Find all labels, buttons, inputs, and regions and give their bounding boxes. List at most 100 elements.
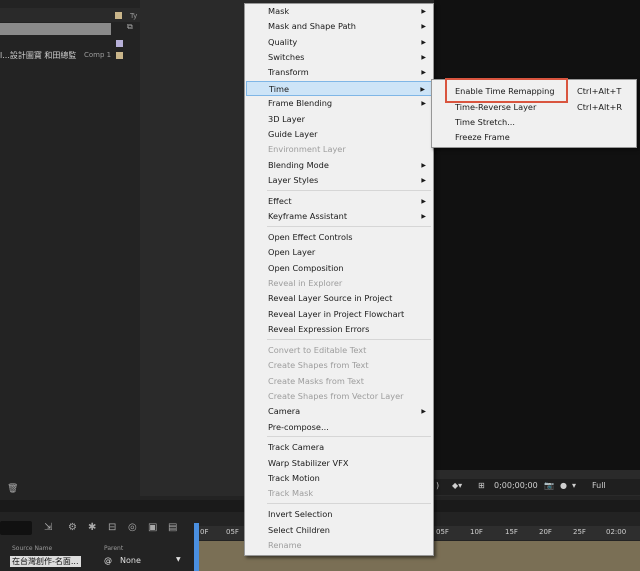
menu-item-label: Reveal Expression Errors bbox=[268, 324, 370, 334]
submenu-arrow-icon: ▶ bbox=[421, 177, 426, 184]
camera-icon[interactable]: 📷 bbox=[544, 481, 554, 490]
layer-context-menu: Mask ▶ Mask and Shape Path ▶ Quality ▶ Switche… bbox=[244, 3, 434, 556]
menu-item-warp-stabilizer-vfx[interactable]: Warp Stabilizer VFX bbox=[246, 456, 432, 471]
magnification-dropdown-icon[interactable]: ◆▾ bbox=[452, 481, 462, 490]
menu-item-label: Reveal Layer Source in Project bbox=[268, 293, 393, 303]
menu-separator bbox=[267, 436, 431, 437]
ruler-mark: 10F bbox=[470, 528, 483, 536]
menu-item-invert-selection[interactable]: Invert Selection bbox=[246, 507, 432, 522]
menu-item-label: Track Camera bbox=[268, 442, 325, 452]
menu-item-3d-layer[interactable]: 3D Layer bbox=[246, 112, 432, 127]
parent-pickwhip-icon[interactable]: @ bbox=[104, 556, 112, 565]
menu-item-label: Switches bbox=[268, 52, 305, 62]
menu-item-time[interactable]: Time ▶ bbox=[246, 81, 432, 96]
menu-item-open-composition[interactable]: Open Composition bbox=[246, 261, 432, 276]
project-selected-row[interactable] bbox=[0, 23, 111, 35]
chevron-icon[interactable]: ) bbox=[436, 481, 439, 490]
menu-item-label: Open Layer bbox=[268, 247, 316, 257]
menu-item-label: Open Effect Controls bbox=[268, 232, 353, 242]
menu-item-label: Rename bbox=[268, 540, 302, 550]
menu-item-label: Track Mask bbox=[268, 488, 314, 498]
menu-item-label: Track Motion bbox=[268, 473, 320, 483]
menu-item-guide-layer[interactable]: Guide Layer bbox=[246, 127, 432, 142]
label-color-icon[interactable] bbox=[116, 40, 123, 47]
draft-3d-icon[interactable]: ⇲ bbox=[44, 522, 52, 533]
layer-name[interactable]: 在台灣創作-名面... bbox=[10, 556, 81, 567]
submenu-arrow-icon: ▶ bbox=[421, 162, 426, 169]
submenu-item-freeze-frame[interactable]: Freeze Frame bbox=[433, 130, 635, 145]
graph-editor-icon[interactable]: ▣ bbox=[148, 522, 157, 533]
menu-item-track-mask: Track Mask bbox=[246, 486, 432, 501]
parent-header[interactable]: Parent bbox=[104, 545, 123, 552]
menu-item-mask[interactable]: Mask ▶ bbox=[246, 4, 432, 19]
menu-item-label: Create Masks from Text bbox=[268, 376, 364, 386]
shy-icon[interactable]: ✱ bbox=[88, 522, 96, 533]
color-channels-icon[interactable]: ● bbox=[560, 481, 567, 490]
menu-item-transform[interactable]: Transform ▶ bbox=[246, 65, 432, 80]
menu-item-reveal-expression-errors[interactable]: Reveal Expression Errors bbox=[246, 322, 432, 337]
snapshot-icon[interactable]: ⊞ bbox=[478, 481, 485, 490]
submenu-item-label: Time Stretch... bbox=[455, 117, 515, 127]
menu-item-track-motion[interactable]: Track Motion bbox=[246, 471, 432, 486]
project-item-name[interactable]: l...設計圖寶 和田總監 bbox=[0, 50, 76, 61]
current-time-indicator[interactable] bbox=[194, 523, 199, 571]
ruler-mark: 02:00 bbox=[606, 528, 627, 536]
menu-item-reveal-layer-in-project-flowchart[interactable]: Reveal Layer in Project Flowchart bbox=[246, 307, 432, 322]
parent-select[interactable]: None bbox=[120, 556, 141, 565]
submenu-arrow-icon: ▶ bbox=[420, 86, 425, 93]
menu-item-reveal-layer-source-in-project[interactable]: Reveal Layer Source in Project bbox=[246, 291, 432, 306]
motion-blur-icon[interactable]: ◎ bbox=[128, 522, 137, 533]
label-color-icon[interactable] bbox=[115, 12, 122, 19]
menu-separator bbox=[267, 226, 431, 227]
comp-mini-flowchart-icon[interactable]: ⚙ bbox=[68, 522, 77, 533]
menu-item-label: Convert to Editable Text bbox=[268, 345, 367, 355]
menu-item-label: Time bbox=[269, 84, 290, 94]
menu-item-label: Open Composition bbox=[268, 263, 344, 273]
menu-item-label: Create Shapes from Text bbox=[268, 360, 369, 370]
source-name-header[interactable]: Source Name bbox=[12, 545, 52, 552]
menu-item-label: Environment Layer bbox=[268, 144, 346, 154]
chevron-down-icon[interactable]: ▼ bbox=[176, 556, 181, 563]
resolution-select[interactable]: Full bbox=[592, 481, 606, 490]
menu-item-quality[interactable]: Quality ▶ bbox=[246, 35, 432, 50]
frame-blending-icon[interactable]: ⊟ bbox=[108, 522, 116, 533]
submenu-arrow-icon: ▶ bbox=[421, 100, 426, 107]
menu-item-effect[interactable]: Effect ▶ bbox=[246, 194, 432, 209]
flowchart-icon[interactable]: ⧉ bbox=[127, 22, 133, 32]
trash-icon[interactable]: 🗑 bbox=[7, 484, 18, 494]
chart-icon[interactable]: ▤ bbox=[168, 522, 177, 533]
menu-item-label: Pre-compose... bbox=[268, 422, 329, 432]
submenu-item-time-stretch[interactable]: Time Stretch... bbox=[433, 115, 635, 130]
keyboard-shortcut: Ctrl+Alt+T bbox=[577, 86, 622, 96]
menu-item-create-shapes-from-text: Create Shapes from Text bbox=[246, 358, 432, 373]
menu-item-convert-to-editable-text: Convert to Editable Text bbox=[246, 343, 432, 358]
menu-item-open-layer[interactable]: Open Layer bbox=[246, 245, 432, 260]
menu-item-layer-styles[interactable]: Layer Styles ▶ bbox=[246, 173, 432, 188]
timeline-layer-row[interactable]: 在台灣創作-名面... @ None ▼ bbox=[0, 555, 196, 567]
menu-item-open-effect-controls[interactable]: Open Effect Controls bbox=[246, 230, 432, 245]
ruler-mark: 05F bbox=[226, 528, 239, 536]
timecode[interactable]: 0;00;00;00 bbox=[494, 481, 538, 490]
menu-item-label: 3D Layer bbox=[268, 114, 305, 124]
menu-item-label: Create Shapes from Vector Layer bbox=[268, 391, 404, 401]
ruler-mark: 15F bbox=[505, 528, 518, 536]
menu-item-create-masks-from-text: Create Masks from Text bbox=[246, 374, 432, 389]
menu-item-keyframe-assistant[interactable]: Keyframe Assistant ▶ bbox=[246, 209, 432, 224]
menu-item-switches[interactable]: Switches ▶ bbox=[246, 50, 432, 65]
menu-item-label: Warp Stabilizer VFX bbox=[268, 458, 349, 468]
label-color-icon[interactable] bbox=[116, 52, 123, 59]
submenu-arrow-icon: ▶ bbox=[421, 8, 426, 15]
menu-item-camera[interactable]: Camera ▶ bbox=[246, 404, 432, 419]
ruler-mark: 0F bbox=[200, 528, 209, 536]
menu-item-track-camera[interactable]: Track Camera bbox=[246, 440, 432, 455]
menu-item-mask-and-shape-path[interactable]: Mask and Shape Path ▶ bbox=[246, 19, 432, 34]
dropdown-icon[interactable]: ▾ bbox=[572, 481, 576, 490]
menu-item-select-children[interactable]: Select Children bbox=[246, 523, 432, 538]
highlight-annotation bbox=[445, 78, 568, 103]
menu-item-pre-compose[interactable]: Pre-compose... bbox=[246, 420, 432, 435]
timeline-search-input[interactable] bbox=[0, 521, 32, 535]
menu-item-label: Mask and Shape Path bbox=[268, 21, 356, 31]
menu-item-blending-mode[interactable]: Blending Mode ▶ bbox=[246, 158, 432, 173]
menu-item-frame-blending[interactable]: Frame Blending ▶ bbox=[246, 96, 432, 111]
keyboard-shortcut: Ctrl+Alt+R bbox=[577, 102, 623, 112]
